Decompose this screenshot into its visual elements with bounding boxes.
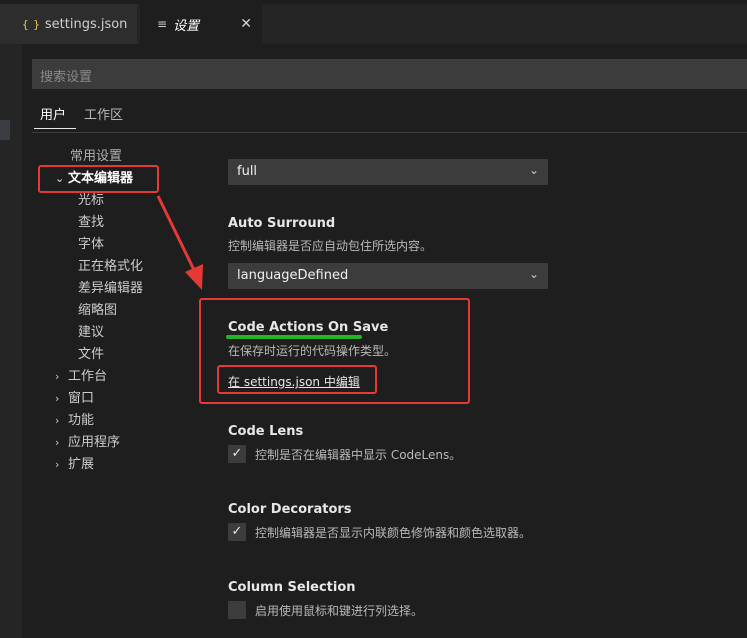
annotation-underline	[226, 335, 362, 339]
color-decorators-checkbox[interactable]: ✓	[228, 523, 246, 541]
setting-desc-auto-surround: 控制编辑器是否应自动包住所选内容。	[228, 239, 433, 253]
toc-item-font[interactable]: 字体	[78, 237, 104, 253]
chevron-down-icon: ⌄	[528, 267, 539, 281]
toc-item-common[interactable]: 常用设置	[70, 149, 122, 165]
setting-desc-color-decorators: 控制编辑器是否显示内联颜色修饰器和颜色选取器。	[255, 526, 532, 540]
tab-label: 设置	[173, 18, 200, 34]
toc-item-window[interactable]: › 窗口	[55, 391, 94, 407]
editor-tab-bar: { } settings.json ≡ 设置 ✕	[0, 4, 747, 44]
check-icon: ✓	[231, 524, 243, 539]
setting-desc-column-selection: 启用使用鼠标和键进行列选择。	[255, 604, 424, 618]
toc-item-cursor[interactable]: 光标	[78, 193, 104, 209]
toc-item-suggestions[interactable]: 建议	[78, 325, 104, 341]
chevron-right-icon: ›	[55, 458, 60, 471]
column-selection-checkbox[interactable]	[228, 601, 246, 619]
close-icon[interactable]: ✕	[240, 16, 252, 32]
toc-item-workbench[interactable]: › 工作台	[55, 369, 107, 385]
setting-dropdown-top[interactable]: full ⌄	[228, 159, 548, 185]
header-divider	[32, 132, 747, 133]
check-icon: ✓	[231, 446, 243, 461]
toc-item-diff-editor[interactable]: 差异编辑器	[78, 281, 143, 297]
toc-item-files[interactable]: 文件	[78, 347, 104, 363]
toc-item-label: 应用程序	[68, 435, 121, 450]
activity-indicator	[0, 120, 10, 140]
auto-surround-dropdown[interactable]: languageDefined ⌄	[228, 263, 548, 289]
setting-title-column-selection: Column Selection	[228, 580, 356, 595]
setting-title-auto-surround: Auto Surround	[228, 216, 336, 231]
settings-list-icon: ≡	[157, 17, 168, 31]
chevron-down-icon: ⌄	[528, 163, 539, 177]
tab-settings-json[interactable]: { } settings.json	[0, 4, 137, 44]
toc-item-extensions[interactable]: › 扩展	[55, 457, 94, 473]
tab-label: settings.json	[44, 16, 128, 32]
toc-item-label: 窗口	[68, 391, 95, 406]
chevron-right-icon: ›	[55, 392, 60, 405]
chevron-right-icon: ›	[55, 370, 60, 383]
setting-title-color-decorators: Color Decorators	[228, 502, 352, 517]
setting-desc-code-lens: 控制是否在编辑器中显示 CodeLens。	[255, 448, 462, 462]
tab-workspace[interactable]: 工作区	[84, 104, 123, 123]
annotation-box-text-editor	[38, 165, 159, 193]
activity-strip	[0, 44, 22, 638]
active-tab-underline	[34, 128, 76, 129]
dropdown-value: full	[237, 164, 258, 179]
toc-item-minimap[interactable]: 缩略图	[78, 303, 117, 319]
chevron-right-icon: ›	[55, 414, 60, 427]
toc-item-label: 扩展	[68, 457, 95, 472]
chevron-right-icon: ›	[55, 436, 60, 449]
toc-item-find[interactable]: 查找	[78, 215, 104, 231]
toc-item-formatting[interactable]: 正在格式化	[78, 259, 143, 275]
setting-title-code-lens: Code Lens	[228, 424, 304, 439]
toc-item-label: 功能	[68, 413, 95, 428]
dropdown-value: languageDefined	[237, 268, 349, 283]
toc-item-application[interactable]: › 应用程序	[55, 435, 120, 451]
search-settings-input[interactable]: 搜索设置	[32, 59, 747, 89]
json-file-icon: { }	[22, 17, 40, 31]
tab-user[interactable]: 用户	[40, 104, 66, 123]
toc-item-label: 工作台	[68, 369, 108, 384]
toc-item-features[interactable]: › 功能	[55, 413, 94, 429]
tab-settings[interactable]: ≡ 设置 ✕	[140, 4, 262, 44]
code-lens-checkbox[interactable]: ✓	[228, 445, 246, 463]
annotation-box-settings-link	[217, 365, 377, 394]
